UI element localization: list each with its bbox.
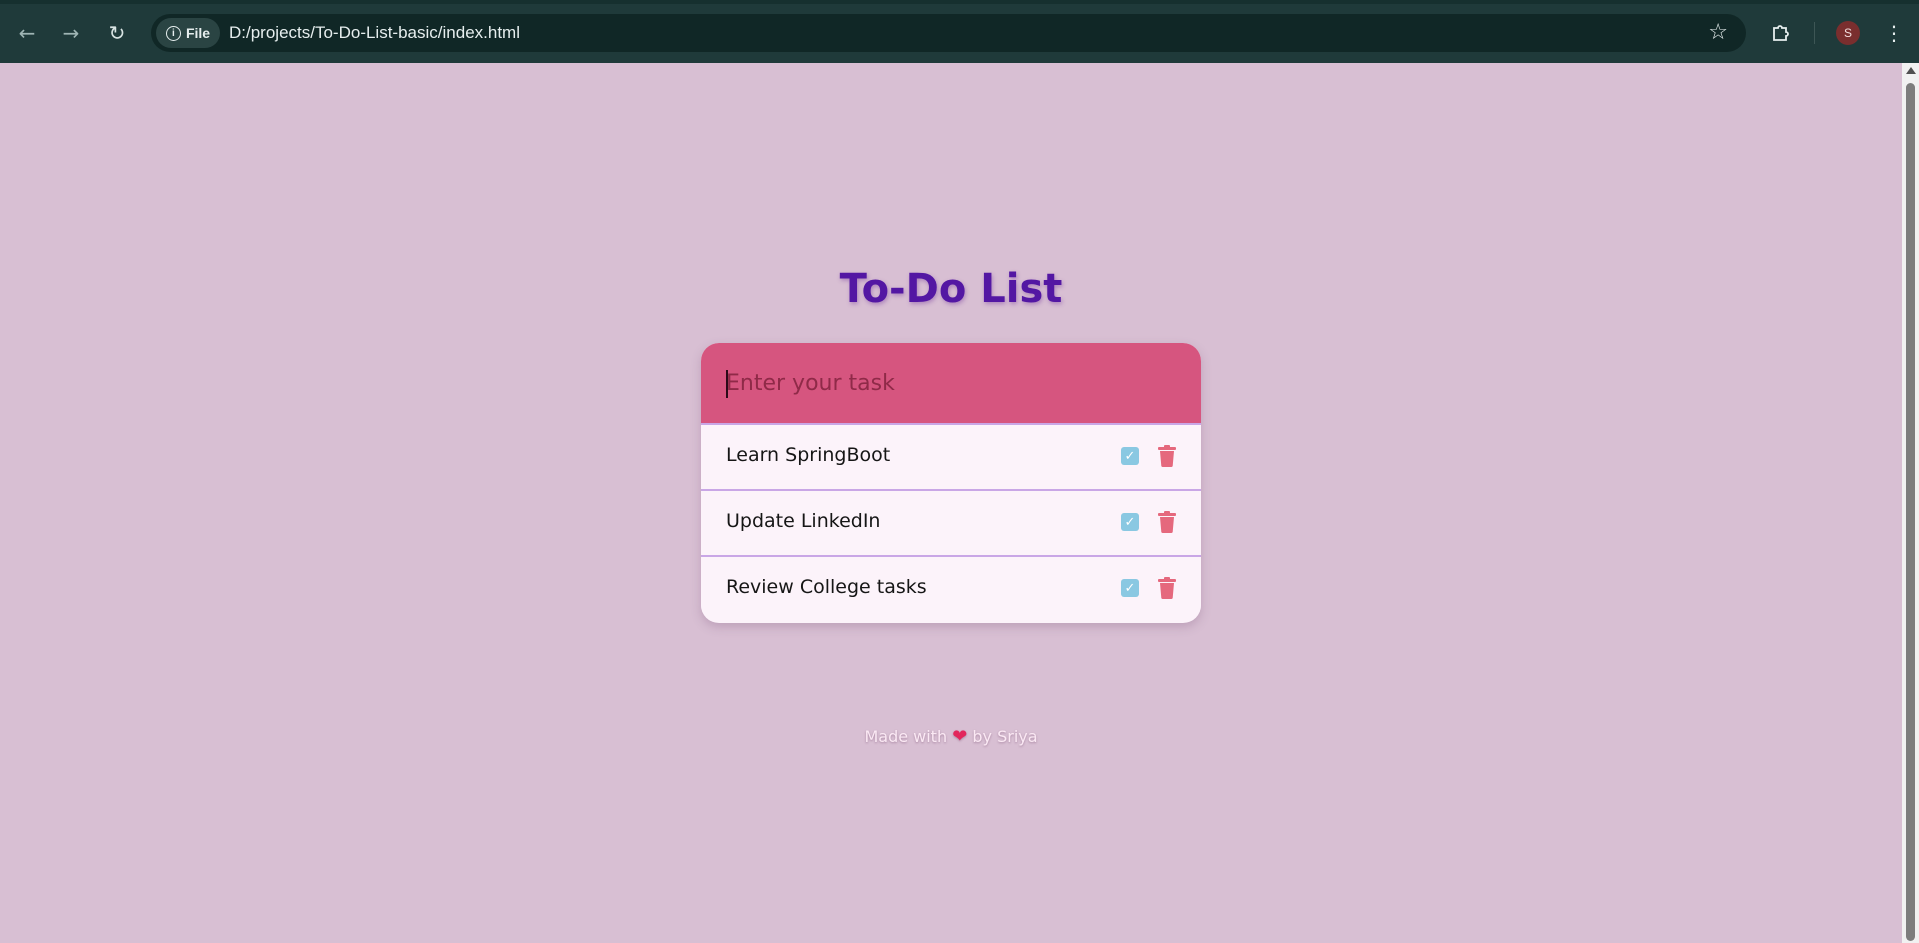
footer-text-before: Made with <box>864 727 948 746</box>
info-icon: i <box>165 25 181 41</box>
avatar[interactable]: S <box>1836 21 1860 45</box>
extensions-button[interactable] <box>1767 18 1795 46</box>
toolbar-divider <box>1814 22 1815 44</box>
list-item: Update LinkedIn ✓ <box>701 489 1201 555</box>
reload-icon: ↻ <box>108 21 126 45</box>
footer-text-after: by Sriya <box>972 727 1038 746</box>
task-text: Learn SpringBoot <box>726 444 891 466</box>
checkbox-icon[interactable]: ✓ <box>1121 513 1139 531</box>
star-icon[interactable]: ☆ <box>1708 20 1728 45</box>
text-caret <box>726 370 728 398</box>
task-input[interactable] <box>701 343 1201 423</box>
todo-card: Learn SpringBoot ✓ Update LinkedIn ✓ Rev… <box>701 343 1201 623</box>
forward-arrow-icon: → <box>62 21 80 45</box>
tab-strip-edge <box>0 0 1919 4</box>
site-info-chip[interactable]: i File <box>156 18 220 48</box>
trash-icon[interactable] <box>1158 511 1176 533</box>
address-bar[interactable]: i File D:/projects/To-Do-List-basic/inde… <box>151 14 1746 52</box>
trash-icon[interactable] <box>1158 445 1176 467</box>
profile-initial: S <box>1843 26 1852 40</box>
back-button[interactable]: ← <box>12 18 42 48</box>
puzzle-icon <box>1773 25 1789 41</box>
browser-toolbar: ← → ↻ i File D:/projects/To-Do-List-basi… <box>0 0 1919 63</box>
url-text[interactable]: D:/projects/To-Do-List-basic/index.html <box>229 23 520 43</box>
page-scrollbar[interactable] <box>1902 63 1919 943</box>
trash-icon[interactable] <box>1158 577 1176 599</box>
file-chip-label: File <box>185 25 211 41</box>
scroll-thumb[interactable] <box>1906 83 1915 941</box>
task-text: Update LinkedIn <box>726 510 881 532</box>
checkbox-icon[interactable]: ✓ <box>1121 579 1139 597</box>
task-list: Learn SpringBoot ✓ Update LinkedIn ✓ Rev… <box>701 423 1201 621</box>
list-item: Review College tasks ✓ <box>701 555 1201 621</box>
page-title: To-Do List <box>839 266 1063 312</box>
checkbox-icon[interactable]: ✓ <box>1121 447 1139 465</box>
heart-icon: ❤ <box>952 726 968 747</box>
footer-credit: Made with ❤ by Sriya <box>0 726 1902 747</box>
task-text: Review College tasks <box>726 576 927 598</box>
scroll-up-arrow-icon[interactable] <box>1906 67 1916 74</box>
forward-button[interactable]: → <box>56 18 86 48</box>
list-item: Learn SpringBoot ✓ <box>701 423 1201 489</box>
reload-button[interactable]: ↻ <box>102 18 132 48</box>
back-arrow-icon: ← <box>18 21 36 45</box>
kebab-menu-icon: ⋮ <box>1884 21 1904 45</box>
browser-menu-button[interactable]: ⋮ <box>1884 18 1904 48</box>
